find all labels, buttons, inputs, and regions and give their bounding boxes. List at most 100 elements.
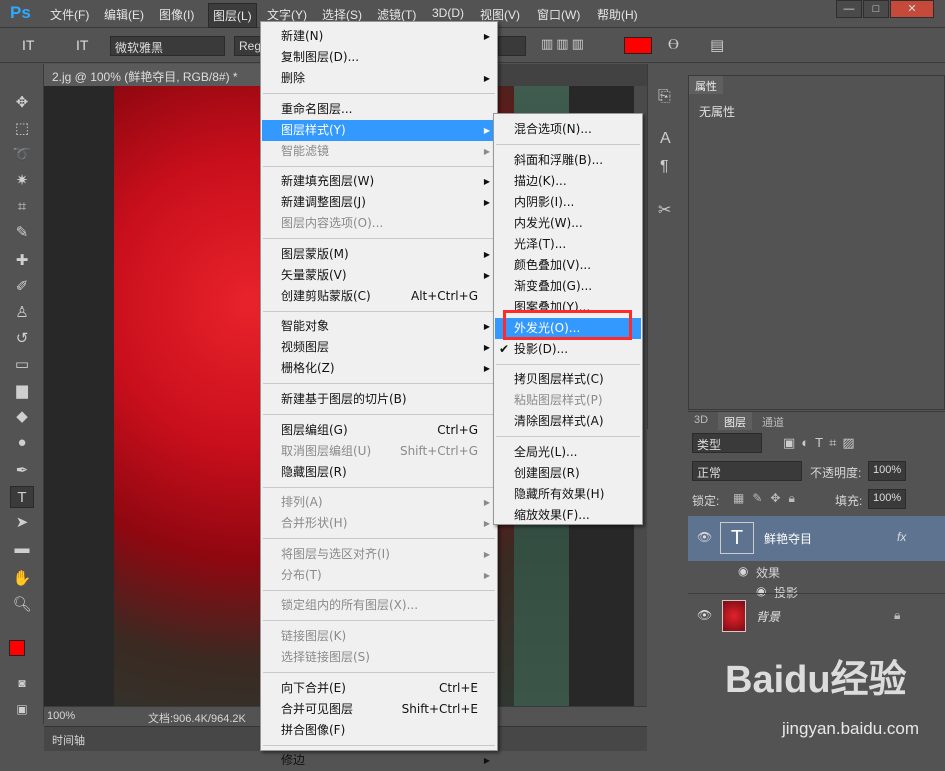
- style-menu-item[interactable]: 光泽(T)...: [495, 234, 641, 255]
- style-menu-item[interactable]: 拷贝图层样式(C): [495, 369, 641, 390]
- font-size-select[interactable]: [498, 36, 526, 56]
- style-menu-item[interactable]: 描边(K)...: [495, 171, 641, 192]
- layer-menu-item[interactable]: 复制图层(D)...: [262, 47, 496, 68]
- menu-window[interactable]: 窗口(W): [537, 6, 580, 23]
- background-layer-row[interactable]: 👁︎ 背景 🔒︎: [688, 595, 945, 637]
- menu-image[interactable]: 图像(I): [159, 6, 194, 23]
- menu-3d[interactable]: 3D(D): [432, 6, 464, 20]
- marquee-tool-icon[interactable]: ⬚: [10, 118, 34, 140]
- effects-eye-icon[interactable]: ◉: [738, 564, 748, 578]
- close-button[interactable]: ✕: [890, 0, 934, 18]
- layer-menu-item[interactable]: 修边 ▶: [262, 750, 496, 771]
- type-tool-icon[interactable]: IT: [22, 37, 34, 53]
- layer-menu-item[interactable]: 图层样式(Y) ▶: [262, 119, 496, 141]
- history-brush-icon[interactable]: ↺: [10, 328, 34, 350]
- font-style-select[interactable]: Reg: [234, 36, 262, 56]
- opacity-field[interactable]: 100%: [868, 461, 906, 481]
- hand-tool-icon[interactable]: ✋: [10, 568, 34, 590]
- move-tool-icon[interactable]: ✥: [10, 92, 34, 114]
- style-menu-item[interactable]: 斜面和浮雕(B)...: [495, 150, 641, 171]
- path-select-icon[interactable]: ➤: [10, 512, 34, 534]
- lasso-tool-icon[interactable]: ➰: [10, 144, 34, 166]
- layer-menu-item[interactable]: 新建填充图层(W) ▶: [262, 171, 496, 192]
- properties-tab[interactable]: 属性: [689, 76, 723, 94]
- panels-toggle-icon[interactable]: ▤: [710, 36, 724, 54]
- bg-layer-name[interactable]: 背景: [756, 608, 780, 625]
- paragraph-panel-icon[interactable]: ¶: [660, 158, 669, 176]
- style-menu-item[interactable]: 投影(D)... ✔: [495, 339, 641, 360]
- layer-menu-item[interactable]: 拼合图像(F): [262, 720, 496, 741]
- layer-menu-item[interactable]: 图层蒙版(M) ▶: [262, 244, 496, 265]
- character-panel-icon[interactable]: A: [660, 130, 671, 148]
- blend-mode-select[interactable]: 正常: [692, 461, 802, 481]
- align-buttons-icon[interactable]: ▥▥▥: [541, 36, 605, 56]
- font-family-select[interactable]: 微软雅黑: [110, 36, 225, 56]
- brush-tool-icon[interactable]: ✐: [10, 276, 34, 298]
- tool-presets-icon[interactable]: ✂: [658, 200, 671, 220]
- document-tab[interactable]: 2.jg @ 100% (鲜艳夺目, RGB/8#) *: [44, 64, 294, 86]
- blur-tool-icon[interactable]: ◆: [10, 406, 34, 428]
- style-menu-item[interactable]: 缩放效果(F)...: [495, 505, 641, 526]
- style-menu-item[interactable]: 全局光(L)...: [495, 442, 641, 463]
- gradient-tool-icon[interactable]: ▆: [10, 380, 34, 402]
- layer-menu-item[interactable]: 创建剪贴蒙版(C) Alt+Ctrl+G: [262, 286, 496, 307]
- layer-menu-item[interactable]: 栅格化(Z) ▶: [262, 358, 496, 379]
- shape-tool-icon[interactable]: ▬: [10, 538, 34, 560]
- tab-3d[interactable]: 3D: [688, 412, 714, 430]
- layer-menu-item[interactable]: 新建调整图层(J) ▶: [262, 192, 496, 213]
- tab-layers[interactable]: 图层: [718, 412, 752, 430]
- text-color-swatch[interactable]: [624, 37, 652, 54]
- style-menu-item[interactable]: 创建图层(R): [495, 463, 641, 484]
- timeline-tab[interactable]: 时间轴: [52, 732, 85, 748]
- menu-edit[interactable]: 编辑(E): [104, 6, 144, 23]
- style-menu-item[interactable]: 隐藏所有效果(H): [495, 484, 641, 505]
- layer-menu-item[interactable]: 新建基于图层的切片(B): [262, 389, 496, 410]
- quick-mask-icon[interactable]: ◙: [10, 672, 34, 694]
- layer-menu-item[interactable]: 重命名图层...: [262, 99, 496, 120]
- minimize-button[interactable]: —: [836, 0, 862, 18]
- text-layer-name[interactable]: 鲜艳夺目: [764, 530, 812, 547]
- menu-file[interactable]: 文件(F): [50, 6, 89, 23]
- eyedropper-icon[interactable]: ✎: [10, 222, 34, 244]
- layer-menu-item[interactable]: 隐藏图层(R): [262, 462, 496, 483]
- fx-icon[interactable]: fx: [897, 530, 906, 544]
- pen-tool-icon[interactable]: ✒: [10, 460, 34, 482]
- magic-wand-icon[interactable]: ✷: [10, 170, 34, 192]
- style-menu-item[interactable]: 清除图层样式(A): [495, 411, 641, 432]
- crop-tool-icon[interactable]: ⌗: [10, 196, 34, 218]
- type-tool-icon-active[interactable]: T: [10, 486, 34, 508]
- style-menu-item[interactable]: 颜色叠加(V)...: [495, 255, 641, 276]
- text-layer-row[interactable]: 👁︎ T 鲜艳夺目 fx: [688, 516, 945, 561]
- layer-filter-select[interactable]: 类型: [692, 433, 762, 453]
- text-orientation-icon[interactable]: IT: [76, 37, 88, 53]
- layer-menu-item[interactable]: 合并可见图层 Shift+Ctrl+E: [262, 699, 496, 720]
- stamp-tool-icon[interactable]: ♙: [10, 302, 34, 324]
- layer-menu-item[interactable]: 智能对象 ▶: [262, 316, 496, 337]
- healing-brush-icon[interactable]: ✚: [10, 250, 34, 272]
- bg-visibility-eye-icon[interactable]: 👁︎: [697, 608, 712, 622]
- layer-menu-item[interactable]: 向下合并(E) Ctrl+E: [262, 678, 496, 699]
- fill-field[interactable]: 100%: [868, 489, 906, 509]
- lock-icons[interactable]: ▦✎✥🔒︎: [733, 491, 803, 506]
- layer-menu-item[interactable]: 矢量蒙版(V) ▶: [262, 265, 496, 286]
- zoom-tool-icon[interactable]: 🔍︎: [10, 594, 34, 616]
- zoom-level[interactable]: 100%: [47, 710, 75, 722]
- layer-menu-item[interactable]: 新建(N) ▶: [262, 26, 496, 47]
- style-menu-item[interactable]: 混合选项(N)...: [495, 119, 641, 140]
- layer-menu-item[interactable]: 图层编组(G) Ctrl+G: [262, 420, 496, 441]
- maximize-button[interactable]: □: [863, 0, 889, 18]
- style-menu-item[interactable]: 内发光(W)...: [495, 213, 641, 234]
- tab-channels[interactable]: 通道: [756, 412, 790, 430]
- layer-menu-item[interactable]: 视频图层 ▶: [262, 337, 496, 358]
- layer-menu-item[interactable]: 删除 ▶: [262, 68, 496, 89]
- warp-text-icon[interactable]: Ⲑ: [668, 36, 679, 53]
- visibility-eye-icon[interactable]: 👁︎: [697, 530, 712, 544]
- filter-icons[interactable]: ▣◐T⌗▨: [783, 435, 861, 451]
- menu-help[interactable]: 帮助(H): [597, 6, 638, 23]
- dodge-tool-icon[interactable]: ●: [10, 432, 34, 454]
- eraser-tool-icon[interactable]: ▭: [10, 354, 34, 376]
- style-menu-item[interactable]: 渐变叠加(G)...: [495, 276, 641, 297]
- history-panel-icon[interactable]: ⎘: [658, 88, 671, 106]
- effects-row[interactable]: ◉ 效果: [688, 561, 945, 581]
- foreground-color-swatch[interactable]: [9, 640, 25, 656]
